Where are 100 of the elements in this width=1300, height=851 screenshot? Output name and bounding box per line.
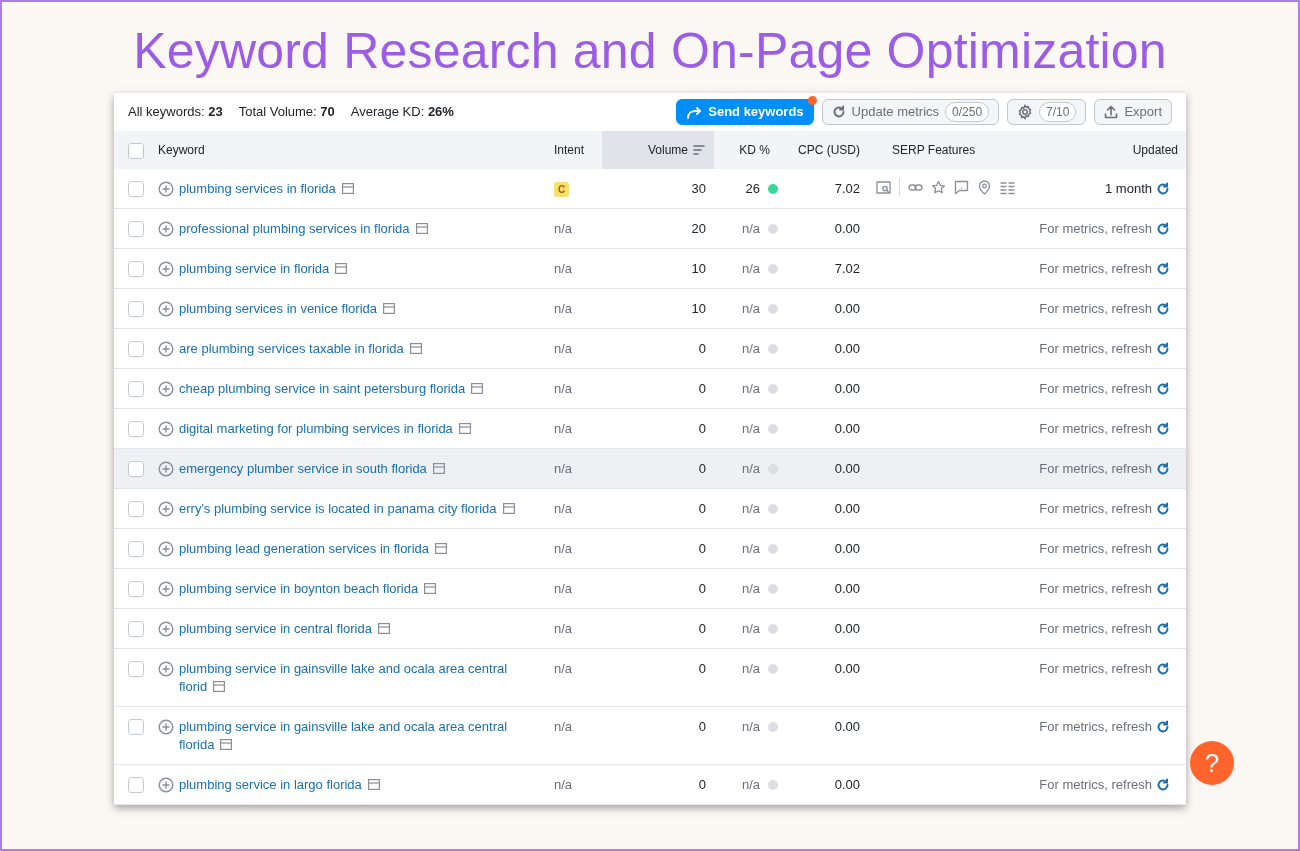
table-row[interactable]: plumbing service in boynton beach florida n/a 0 n/a 0.00 For metrics, refresh (114, 569, 1186, 609)
keyword-link[interactable]: plumbing service in boynton beach florida (179, 580, 437, 598)
refresh-icon[interactable] (1156, 462, 1170, 476)
row-checkbox[interactable] (128, 621, 144, 637)
intent-value: n/a (554, 776, 573, 794)
table-row[interactable]: erry's plumbing service is located in panama city florida n/a 0 n/a 0.00 For metrics, refresh (114, 489, 1186, 529)
updated-status: For metrics, refresh (1039, 220, 1152, 238)
keyword-link[interactable]: plumbing service in florida (179, 260, 348, 278)
update-metrics-button[interactable]: Update metrics 0/250 (821, 99, 1000, 125)
updated-status: For metrics, refresh (1039, 540, 1152, 558)
table-row[interactable]: plumbing services in florida C 30 26 7.02 1 month (114, 169, 1186, 209)
row-checkbox[interactable] (128, 719, 144, 735)
updated-status: 1 month (1105, 180, 1152, 198)
updated-status: For metrics, refresh (1039, 300, 1152, 318)
keyword-link[interactable]: plumbing service in largo florida (179, 776, 380, 794)
column-header[interactable]: Volume (647, 141, 688, 159)
settings-button[interactable]: 7/10 (1007, 99, 1087, 125)
keyword-link[interactable]: digital marketing for plumbing services in florida (179, 420, 471, 438)
updated-status: For metrics, refresh (1039, 620, 1152, 638)
keyword-link[interactable]: emergency plumber service in south florida (179, 460, 445, 478)
sorted-column-header[interactable]: Volume (602, 131, 714, 169)
refresh-icon[interactable] (1156, 582, 1170, 596)
intent-value: n/a (554, 220, 573, 238)
row-checkbox[interactable] (128, 661, 144, 677)
refresh-icon[interactable] (1156, 778, 1170, 792)
keyword-link[interactable]: plumbing lead generation services in florida (179, 540, 448, 558)
table-row[interactable]: plumbing service in central florida n/a 0 n/a 0.00 For metrics, refresh (114, 609, 1186, 649)
column-header[interactable]: Intent (554, 141, 585, 159)
export-button[interactable]: Export (1094, 99, 1172, 125)
column-header[interactable]: SERP Features (892, 141, 976, 159)
keyword-link[interactable]: erry's plumbing service is located in panama city florida (179, 500, 515, 518)
row-checkbox[interactable] (128, 501, 144, 517)
intent-value: n/a (554, 460, 573, 478)
table-row[interactable]: plumbing lead generation services in florida n/a 0 n/a 0.00 For metrics, refresh (114, 529, 1186, 569)
table-row[interactable]: plumbing service in gainsville lake and ocala area central florid n/a 0 n/a 0.00 For metrics, refresh (114, 649, 1186, 707)
select-all-checkbox[interactable] (128, 142, 144, 159)
column-header[interactable]: CPC (USD) (798, 141, 860, 159)
intent-value: n/a (554, 580, 573, 598)
row-checkbox[interactable] (128, 777, 144, 793)
column-header[interactable]: Updated (1132, 141, 1178, 159)
add-circle-icon (158, 421, 174, 437)
refresh-icon[interactable] (1156, 302, 1170, 316)
summary-stat: Total Volume: 70 (238, 103, 335, 122)
keyword-link[interactable]: professional plumbing services in florida (179, 220, 428, 238)
row-checkbox[interactable] (128, 421, 144, 437)
column-header[interactable]: KD % (739, 141, 770, 159)
row-checkbox[interactable] (128, 381, 144, 397)
table-row[interactable]: plumbing service in florida n/a 10 n/a 7.02 For metrics, refresh (114, 249, 1186, 289)
table-row[interactable]: are plumbing services taxable in florida n/a 0 n/a 0.00 For metrics, refresh (114, 329, 1186, 369)
refresh-icon[interactable] (1156, 342, 1170, 356)
row-checkbox[interactable] (128, 301, 144, 317)
refresh-icon[interactable] (1156, 382, 1170, 396)
refresh-icon[interactable] (1156, 222, 1170, 236)
add-circle-icon (158, 581, 174, 597)
table-row[interactable]: emergency plumber service in south florida n/a 0 n/a 0.00 For metrics, refresh (114, 449, 1186, 489)
column-header[interactable]: Keyword (158, 141, 205, 159)
row-checkbox[interactable] (128, 581, 144, 597)
updated-status: For metrics, refresh (1039, 500, 1152, 518)
refresh-icon[interactable] (1156, 182, 1170, 196)
list-icon (1000, 180, 1015, 195)
message-icon (954, 180, 969, 195)
table-row[interactable]: plumbing services in venice florida n/a 10 n/a 0.00 For metrics, refresh (114, 289, 1186, 329)
row-checkbox[interactable] (128, 221, 144, 237)
row-checkbox[interactable] (128, 261, 144, 277)
refresh-icon[interactable] (1156, 542, 1170, 556)
table-row[interactable]: plumbing service in gainsville lake and ocala area central florida n/a 0 n/a 0.00 For metrics, refresh (114, 707, 1186, 765)
keyword-link[interactable]: cheap plumbing service in saint petersburg florida (179, 380, 484, 398)
keyword-link[interactable]: are plumbing services taxable in florida (179, 340, 422, 358)
keyword-link[interactable]: plumbing service in gainsville lake and ocala area central florid (179, 660, 529, 696)
table-row[interactable]: cheap plumbing service in saint petersburg florida n/a 0 n/a 0.00 For metrics, refresh (114, 369, 1186, 409)
counter-pill: 7/10 (1039, 102, 1077, 122)
row-checkbox[interactable] (128, 541, 144, 557)
volume-value: 0 (698, 340, 706, 358)
refresh-icon[interactable] (1156, 720, 1170, 734)
add-circle-icon (158, 461, 174, 477)
intent-value: n/a (554, 340, 573, 358)
refresh-icon[interactable] (1156, 262, 1170, 276)
add-circle-icon (158, 381, 174, 397)
cpc-value: 0.00 (834, 580, 860, 598)
table-row[interactable]: professional plumbing services in florida n/a 20 n/a 0.00 For metrics, refresh (114, 209, 1186, 249)
keyword-link[interactable]: plumbing service in gainsville lake and ocala area central florida (179, 718, 529, 754)
refresh-icon[interactable] (1156, 622, 1170, 636)
refresh-icon[interactable] (1156, 662, 1170, 676)
volume-value: 20 (691, 220, 706, 238)
keyword-link[interactable]: plumbing services in florida (179, 180, 354, 198)
cpc-value: 0.00 (834, 460, 860, 478)
volume-value: 0 (698, 540, 706, 558)
keyword-link[interactable]: plumbing service in central florida (179, 620, 390, 638)
row-checkbox[interactable] (128, 461, 144, 477)
refresh-icon[interactable] (1156, 502, 1170, 516)
refresh-icon[interactable] (1156, 422, 1170, 436)
row-checkbox[interactable] (128, 341, 144, 357)
kd-value: n/a (741, 660, 760, 678)
cpc-value: 0.00 (834, 540, 860, 558)
cpc-value: 0.00 (834, 718, 860, 736)
row-checkbox[interactable] (128, 181, 144, 197)
table-row[interactable]: plumbing service in largo florida n/a 0 n/a 0.00 For metrics, refresh (114, 765, 1186, 805)
kd-value: 26 (745, 180, 760, 198)
keyword-link[interactable]: plumbing services in venice florida (179, 300, 395, 318)
window-icon (458, 423, 471, 434)
